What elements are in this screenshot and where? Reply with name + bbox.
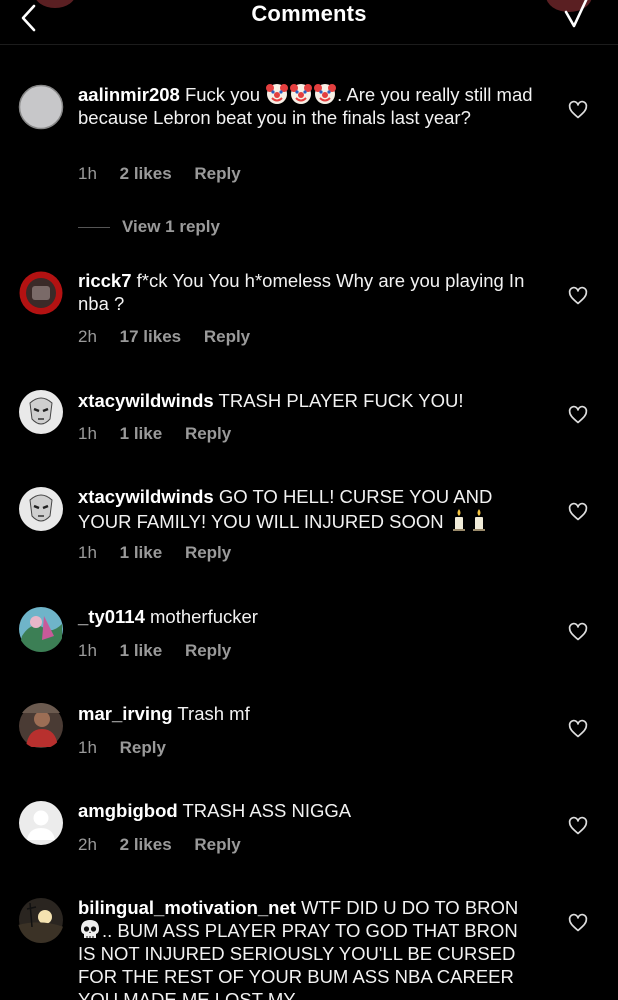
comment-likes[interactable]: 2 likes xyxy=(120,164,172,183)
comment-item: xtacywildwinds TRASH PLAYER FUCK YOU! 1h… xyxy=(0,386,618,456)
comment-item: _ty0114 motherfucker 1h 1 like Reply xyxy=(0,603,618,673)
heart-icon[interactable] xyxy=(568,816,588,836)
divider xyxy=(78,227,110,229)
comment-username[interactable]: aalinmir208 xyxy=(78,84,180,105)
comment-username[interactable]: mar_irving xyxy=(78,703,173,724)
avatar[interactable] xyxy=(18,270,64,316)
reply-button[interactable]: Reply xyxy=(120,738,166,757)
comment-likes[interactable]: 17 likes xyxy=(120,327,181,346)
avatar[interactable] xyxy=(18,703,64,749)
candle-emoji-icon xyxy=(472,509,485,531)
avatar[interactable] xyxy=(18,84,64,130)
comment-username[interactable]: _ty0114 xyxy=(78,606,145,627)
heart-icon[interactable] xyxy=(568,100,588,120)
comments-header: Comments xyxy=(0,0,618,45)
comment-item: ricck7 f*ck You You h*omeless Why are yo… xyxy=(0,266,618,356)
comment-meta: 1h 2 likes Reply xyxy=(78,164,259,184)
reply-button[interactable]: Reply xyxy=(194,164,240,183)
avatar[interactable] xyxy=(18,897,64,943)
comment-username[interactable]: amgbigbod xyxy=(78,800,178,821)
comment-likes[interactable]: 1 like xyxy=(120,641,163,660)
comment-meta: 2h 2 likes Reply xyxy=(78,835,259,855)
avatar[interactable] xyxy=(18,800,64,846)
red-ring-avatar-icon xyxy=(19,271,63,315)
heart-icon[interactable] xyxy=(568,502,588,522)
comment-text: mar_irving Trash mf xyxy=(78,702,540,725)
check-button[interactable] xyxy=(560,0,596,36)
comment-text-part: WTF DID U DO TO BRON xyxy=(301,897,519,918)
comment-username[interactable]: ricck7 xyxy=(78,270,132,291)
comment-text-part: f*ck You You h*omeless Why are you playi… xyxy=(78,270,525,314)
default-avatar-icon xyxy=(19,801,63,845)
comment-time: 2h xyxy=(78,327,97,346)
comment-time: 1h xyxy=(78,738,97,757)
person-avatar-icon xyxy=(18,703,64,748)
comment-username[interactable]: xtacywildwinds xyxy=(78,486,214,507)
comment-likes[interactable]: 1 like xyxy=(120,543,163,562)
default-avatar-icon xyxy=(18,84,64,130)
comment-text: amgbigbod TRASH ASS NIGGA xyxy=(78,799,540,822)
comment-meta: 1h 1 like Reply xyxy=(78,641,249,661)
comment-time: 1h xyxy=(78,164,97,183)
comment-time: 1h xyxy=(78,641,97,660)
avatar[interactable] xyxy=(18,606,64,652)
comment-text-part: Trash mf xyxy=(177,703,250,724)
comment-meta: 2h 17 likes Reply xyxy=(78,327,268,347)
check-icon xyxy=(564,0,588,28)
page-title: Comments xyxy=(251,1,367,26)
clown-emoji-icon xyxy=(314,84,337,104)
comment-likes[interactable]: 2 likes xyxy=(120,835,172,854)
comment-time: 1h xyxy=(78,543,97,562)
reply-button[interactable]: Reply xyxy=(185,543,231,562)
comment-username[interactable]: bilingual_motivation_net xyxy=(78,897,296,918)
heart-icon[interactable] xyxy=(568,719,588,739)
clown-emoji-icon xyxy=(290,84,313,104)
comment-text-part: TRASH PLAYER FUCK YOU! xyxy=(218,390,464,411)
heart-icon[interactable] xyxy=(568,913,588,933)
view-replies-label: View 1 reply xyxy=(122,217,220,236)
comment-text: aalinmir208 Fuck you . Are you really st… xyxy=(78,83,540,129)
comment-meta: 1h 1 like Reply xyxy=(78,424,249,444)
comment-text: ricck7 f*ck You You h*omeless Why are yo… xyxy=(78,269,540,315)
comment-text: _ty0114 motherfucker xyxy=(78,605,540,628)
skull-emoji-icon xyxy=(81,920,99,938)
reply-button[interactable]: Reply xyxy=(185,424,231,443)
comment-meta: 1h 1 like Reply xyxy=(78,543,249,563)
comment-likes[interactable]: 1 like xyxy=(120,424,163,443)
comment-time: 2h xyxy=(78,835,97,854)
comment-item: amgbigbod TRASH ASS NIGGA 2h 2 likes Rep… xyxy=(0,797,618,867)
comment-text: xtacywildwinds TRASH PLAYER FUCK YOU! xyxy=(78,389,540,412)
heart-icon[interactable] xyxy=(568,286,588,306)
candle-emoji-icon xyxy=(452,509,465,531)
clown-emoji-icon xyxy=(266,84,289,104)
mask-avatar-icon xyxy=(19,487,63,531)
heart-icon[interactable] xyxy=(568,622,588,642)
view-replies-button[interactable]: View 1 reply xyxy=(78,217,220,237)
avatar[interactable] xyxy=(18,389,64,435)
reply-button[interactable]: Reply xyxy=(194,835,240,854)
comment-item: xtacywildwinds GO TO HELL! CURSE YOU AND… xyxy=(0,482,618,572)
reply-button[interactable]: Reply xyxy=(185,641,231,660)
comment-item: aalinmir208 Fuck you . Are you really st… xyxy=(0,80,618,250)
comment-text: bilingual_motivation_net WTF DID U DO TO… xyxy=(78,896,540,1000)
comment-item: mar_irving Trash mf 1h Reply xyxy=(0,700,618,770)
heart-icon[interactable] xyxy=(568,405,588,425)
mask-avatar-icon xyxy=(19,390,63,434)
comment-text-part: .. BUM ASS PLAYER PRAY TO GOD THAT BRON … xyxy=(78,920,518,1000)
reply-button[interactable]: Reply xyxy=(204,327,250,346)
comment-time: 1h xyxy=(78,424,97,443)
comment-text-part: motherfucker xyxy=(150,606,258,627)
avatar[interactable] xyxy=(18,486,64,532)
comment-meta: 1h Reply xyxy=(78,738,184,758)
comment-item: bilingual_motivation_net WTF DID U DO TO… xyxy=(0,894,618,1000)
comment-text: xtacywildwinds GO TO HELL! CURSE YOU AND… xyxy=(78,485,540,533)
colorful-avatar-icon xyxy=(18,607,63,652)
comment-text-part: Fuck you xyxy=(184,84,261,105)
comment-text-part: TRASH ASS NIGGA xyxy=(182,800,352,821)
comment-username[interactable]: xtacywildwinds xyxy=(78,390,214,411)
sunset-avatar-icon xyxy=(18,898,64,943)
